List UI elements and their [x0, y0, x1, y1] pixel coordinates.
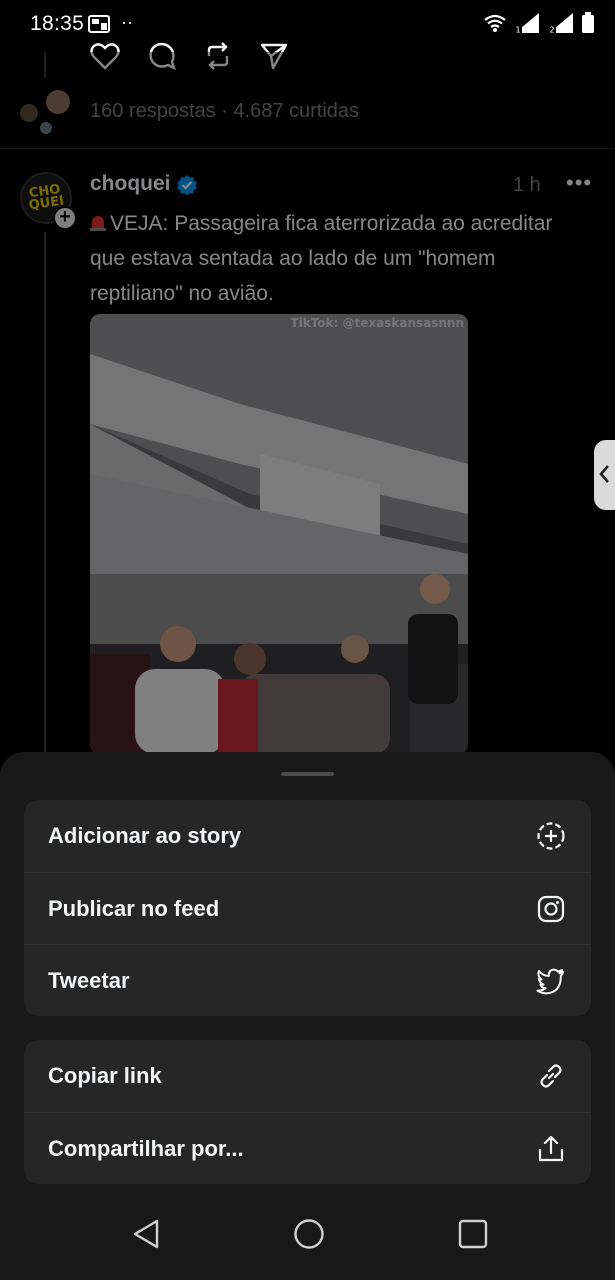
item-label: Copiar link [48, 1063, 162, 1088]
verified-icon [177, 175, 197, 196]
post-video[interactable]: TikTok: @texaskansasnnn [90, 314, 468, 754]
share-options-group: Copiar link Compartilhar por... [24, 1040, 591, 1184]
siren-icon [90, 214, 106, 232]
more-options-button[interactable]: ••• [566, 170, 592, 196]
home-icon [294, 1219, 324, 1249]
reply-avatars [18, 88, 78, 138]
chevron-left-icon [599, 465, 609, 483]
video-frame [90, 314, 468, 754]
avatar [44, 88, 72, 116]
item-label: Compartilhar por... [48, 1135, 244, 1161]
tweet-button[interactable]: Tweetar [24, 944, 591, 1016]
navigation-bar [0, 1188, 615, 1280]
copy-link-button[interactable]: Copiar link [24, 1040, 591, 1112]
back-button[interactable] [126, 1214, 166, 1254]
item-label: Adicionar ao story [48, 823, 242, 848]
add-story-icon [535, 820, 567, 852]
share-icon [535, 1133, 567, 1165]
instagram-icon [535, 893, 567, 925]
follow-button[interactable]: + [53, 206, 77, 230]
item-label: Tweetar [48, 967, 130, 993]
avatar [18, 102, 40, 124]
publish-feed-button[interactable]: Publicar no feed [24, 872, 591, 944]
recents-icon [458, 1219, 488, 1249]
item-label: Publicar no feed [48, 895, 220, 921]
post-time: 1 h [513, 174, 541, 196]
repost-icon[interactable] [204, 42, 232, 70]
post-stats[interactable]: 160 respostas · 4.687 curtidas [90, 100, 359, 123]
post-username[interactable]: choquei [90, 172, 171, 196]
divider [0, 148, 615, 149]
post-text: VEJA: Passageira fica aterrorizada ao ac… [90, 206, 590, 311]
share-options-group: Adicionar ao story Publicar no feed Twee… [24, 800, 591, 1016]
comment-icon[interactable] [148, 42, 176, 70]
send-icon[interactable] [260, 42, 288, 70]
add-to-story-button[interactable]: Adicionar ao story [24, 800, 591, 872]
home-button[interactable] [289, 1214, 329, 1254]
twitter-icon [535, 965, 567, 997]
link-icon [535, 1060, 567, 1092]
like-icon[interactable] [90, 42, 120, 70]
side-panel-handle[interactable] [594, 440, 615, 510]
back-icon [133, 1219, 159, 1249]
video-watermark: TikTok: @texaskansasnnn [290, 316, 464, 330]
avatar [38, 120, 54, 136]
sheet-drag-handle[interactable] [281, 772, 334, 776]
post-actions [90, 42, 288, 70]
share-via-button[interactable]: Compartilhar por... [24, 1112, 591, 1184]
thread-line [44, 52, 46, 78]
recents-button[interactable] [453, 1214, 493, 1254]
post-caption: VEJA: Passageira fica aterrorizada ao ac… [90, 212, 553, 305]
thread-line [44, 232, 46, 752]
